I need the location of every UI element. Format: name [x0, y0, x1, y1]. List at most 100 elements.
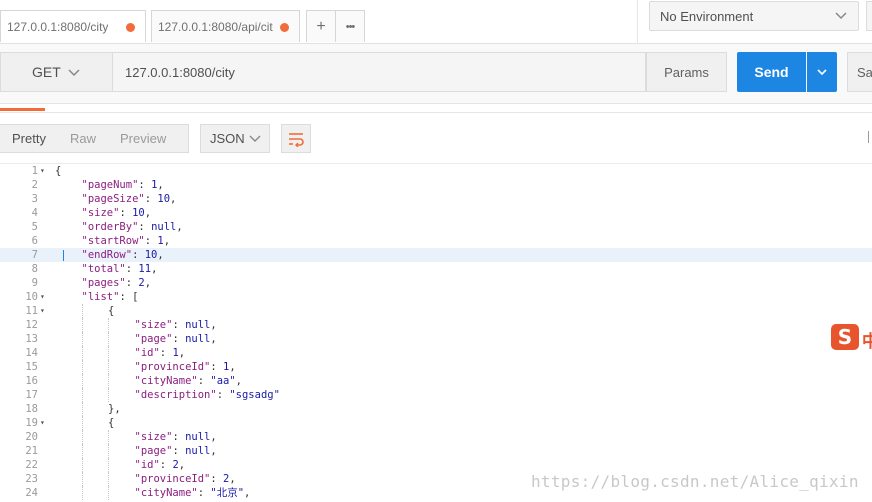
fold-toggle-icon[interactable]: ▾ — [40, 290, 48, 304]
json-key: "cityName" — [134, 375, 198, 387]
code-text: "cityName": "aa", — [134, 375, 243, 387]
indent-guide — [108, 472, 109, 486]
json-value: 1 — [157, 235, 164, 247]
json-key: "pages" — [81, 277, 126, 289]
code-text: "id": 1, — [134, 347, 186, 359]
environment-quicklook-button[interactable] — [866, 1, 872, 31]
unsaved-dot-icon — [280, 23, 289, 32]
fold-toggle-icon[interactable]: ▾ — [40, 416, 48, 430]
divider — [0, 112, 872, 113]
indent-guide — [81, 304, 83, 318]
code-line: 15 "provinceId": 1, — [0, 360, 872, 374]
environment-label: No Environment — [660, 8, 754, 24]
json-value: null — [185, 333, 211, 345]
code-text: "pages": 2, — [81, 277, 152, 289]
line-number: 23 — [25, 473, 38, 485]
text-cursor — [63, 250, 64, 261]
params-button[interactable]: Params — [646, 52, 727, 92]
json-key: "size" — [134, 431, 173, 443]
line-number: 18 — [25, 403, 38, 415]
line-number: 12 — [25, 319, 38, 331]
indent-guide — [108, 332, 109, 346]
indent-guide — [81, 388, 83, 402]
json-key: "page" — [134, 333, 173, 345]
new-tab-button[interactable]: + — [306, 10, 336, 42]
line-number: 13 — [25, 333, 38, 345]
code-line: 7 "endRow": 10, — [0, 248, 872, 262]
json-key: "orderBy" — [81, 221, 139, 233]
line-number: 14 — [25, 347, 38, 359]
format-label: JSON — [210, 131, 245, 146]
code-text: { — [108, 304, 114, 318]
code-text: "description": "sgsadg" — [134, 389, 280, 401]
view-mode-pretty[interactable]: Pretty — [0, 131, 58, 146]
code-text: "startRow": 1, — [81, 235, 171, 247]
save-button[interactable]: Sa — [847, 52, 872, 92]
code-line: 2 "pageNum": 1, — [0, 178, 872, 192]
indent-guide — [81, 472, 83, 486]
indent-guide — [108, 486, 109, 500]
environment-select[interactable]: No Environment — [649, 1, 859, 31]
line-number: 4 — [31, 207, 38, 219]
code-text: "size": null, — [134, 319, 217, 331]
code-line: 17 "description": "sgsadg" — [0, 388, 872, 402]
code-text: "cityName": "北京", — [134, 487, 251, 499]
line-number: 16 — [25, 375, 38, 387]
sogou-logo-icon: S — [831, 324, 859, 350]
view-mode-preview[interactable]: Preview — [108, 131, 178, 146]
indent-guide — [108, 374, 109, 388]
view-mode-group: Pretty Raw Preview — [0, 124, 189, 153]
code-line: 12 "size": null, — [0, 318, 872, 332]
code-text: { — [108, 416, 114, 430]
json-value: "sgsadg" — [229, 389, 280, 401]
request-tab[interactable]: 127.0.0.1:8080/api/cit — [151, 10, 300, 42]
json-value: 11 — [138, 263, 152, 275]
code-text: "endRow": 10, — [81, 249, 164, 261]
send-options-button[interactable] — [807, 52, 837, 92]
json-value: 2 — [172, 459, 179, 471]
json-value: 2 — [138, 277, 145, 289]
request-tab[interactable]: 127.0.0.1:8080/city — [0, 10, 146, 42]
ime-indicator[interactable]: S 中 — [831, 324, 872, 351]
code-text: "pageNum": 1, — [81, 179, 164, 191]
request-tab-label: 127.0.0.1:8080/city — [7, 19, 109, 34]
json-key: "description" — [134, 389, 217, 401]
line-number: 11 — [25, 305, 38, 317]
code-punctuation: { — [108, 305, 115, 317]
indent-guide — [108, 430, 109, 444]
json-value: 10 — [144, 249, 158, 261]
chevron-down-icon — [817, 69, 827, 76]
code-text: "pageSize": 10, — [81, 193, 177, 205]
view-mode-raw[interactable]: Raw — [58, 131, 108, 146]
fold-toggle-icon[interactable]: ▾ — [40, 304, 48, 318]
fold-toggle-icon[interactable]: ▾ — [40, 164, 48, 178]
indent-guide — [81, 346, 83, 360]
indent-guide — [108, 444, 109, 458]
code-text: "orderBy": null, — [81, 221, 183, 233]
code-line: 20 "size": null, — [0, 430, 872, 444]
json-value: 10 — [132, 207, 145, 219]
code-line: 8 "total": 11, — [0, 262, 872, 276]
indent-guide — [108, 346, 109, 360]
more-tabs-button[interactable]: ••• — [335, 10, 365, 42]
url-input[interactable] — [113, 52, 646, 92]
tab-bar: 127.0.0.1:8080/city 127.0.0.1:8080/api/c… — [0, 0, 872, 44]
active-response-tab-indicator — [0, 108, 45, 111]
indent-guide — [81, 416, 83, 430]
line-number: 9 — [31, 277, 38, 289]
code-line: 22 "id": 2, — [0, 458, 872, 472]
code-line: 5 "orderBy": null, — [0, 220, 872, 234]
json-value: 1 — [172, 347, 179, 359]
line-number: 19 — [25, 417, 38, 429]
json-value: null — [151, 221, 177, 233]
code-text: "size": 10, — [81, 207, 152, 219]
wrap-lines-button[interactable] — [281, 124, 311, 153]
indent-guide — [108, 458, 109, 472]
method-select[interactable]: GET — [0, 52, 113, 92]
format-select[interactable]: JSON — [200, 124, 270, 153]
code-line: 21 "page": null, — [0, 444, 872, 458]
method-label: GET — [32, 64, 61, 80]
json-value: "北京" — [210, 487, 245, 499]
send-button[interactable]: Send — [737, 52, 806, 92]
code-line: 1 ▾ { — [0, 164, 872, 178]
